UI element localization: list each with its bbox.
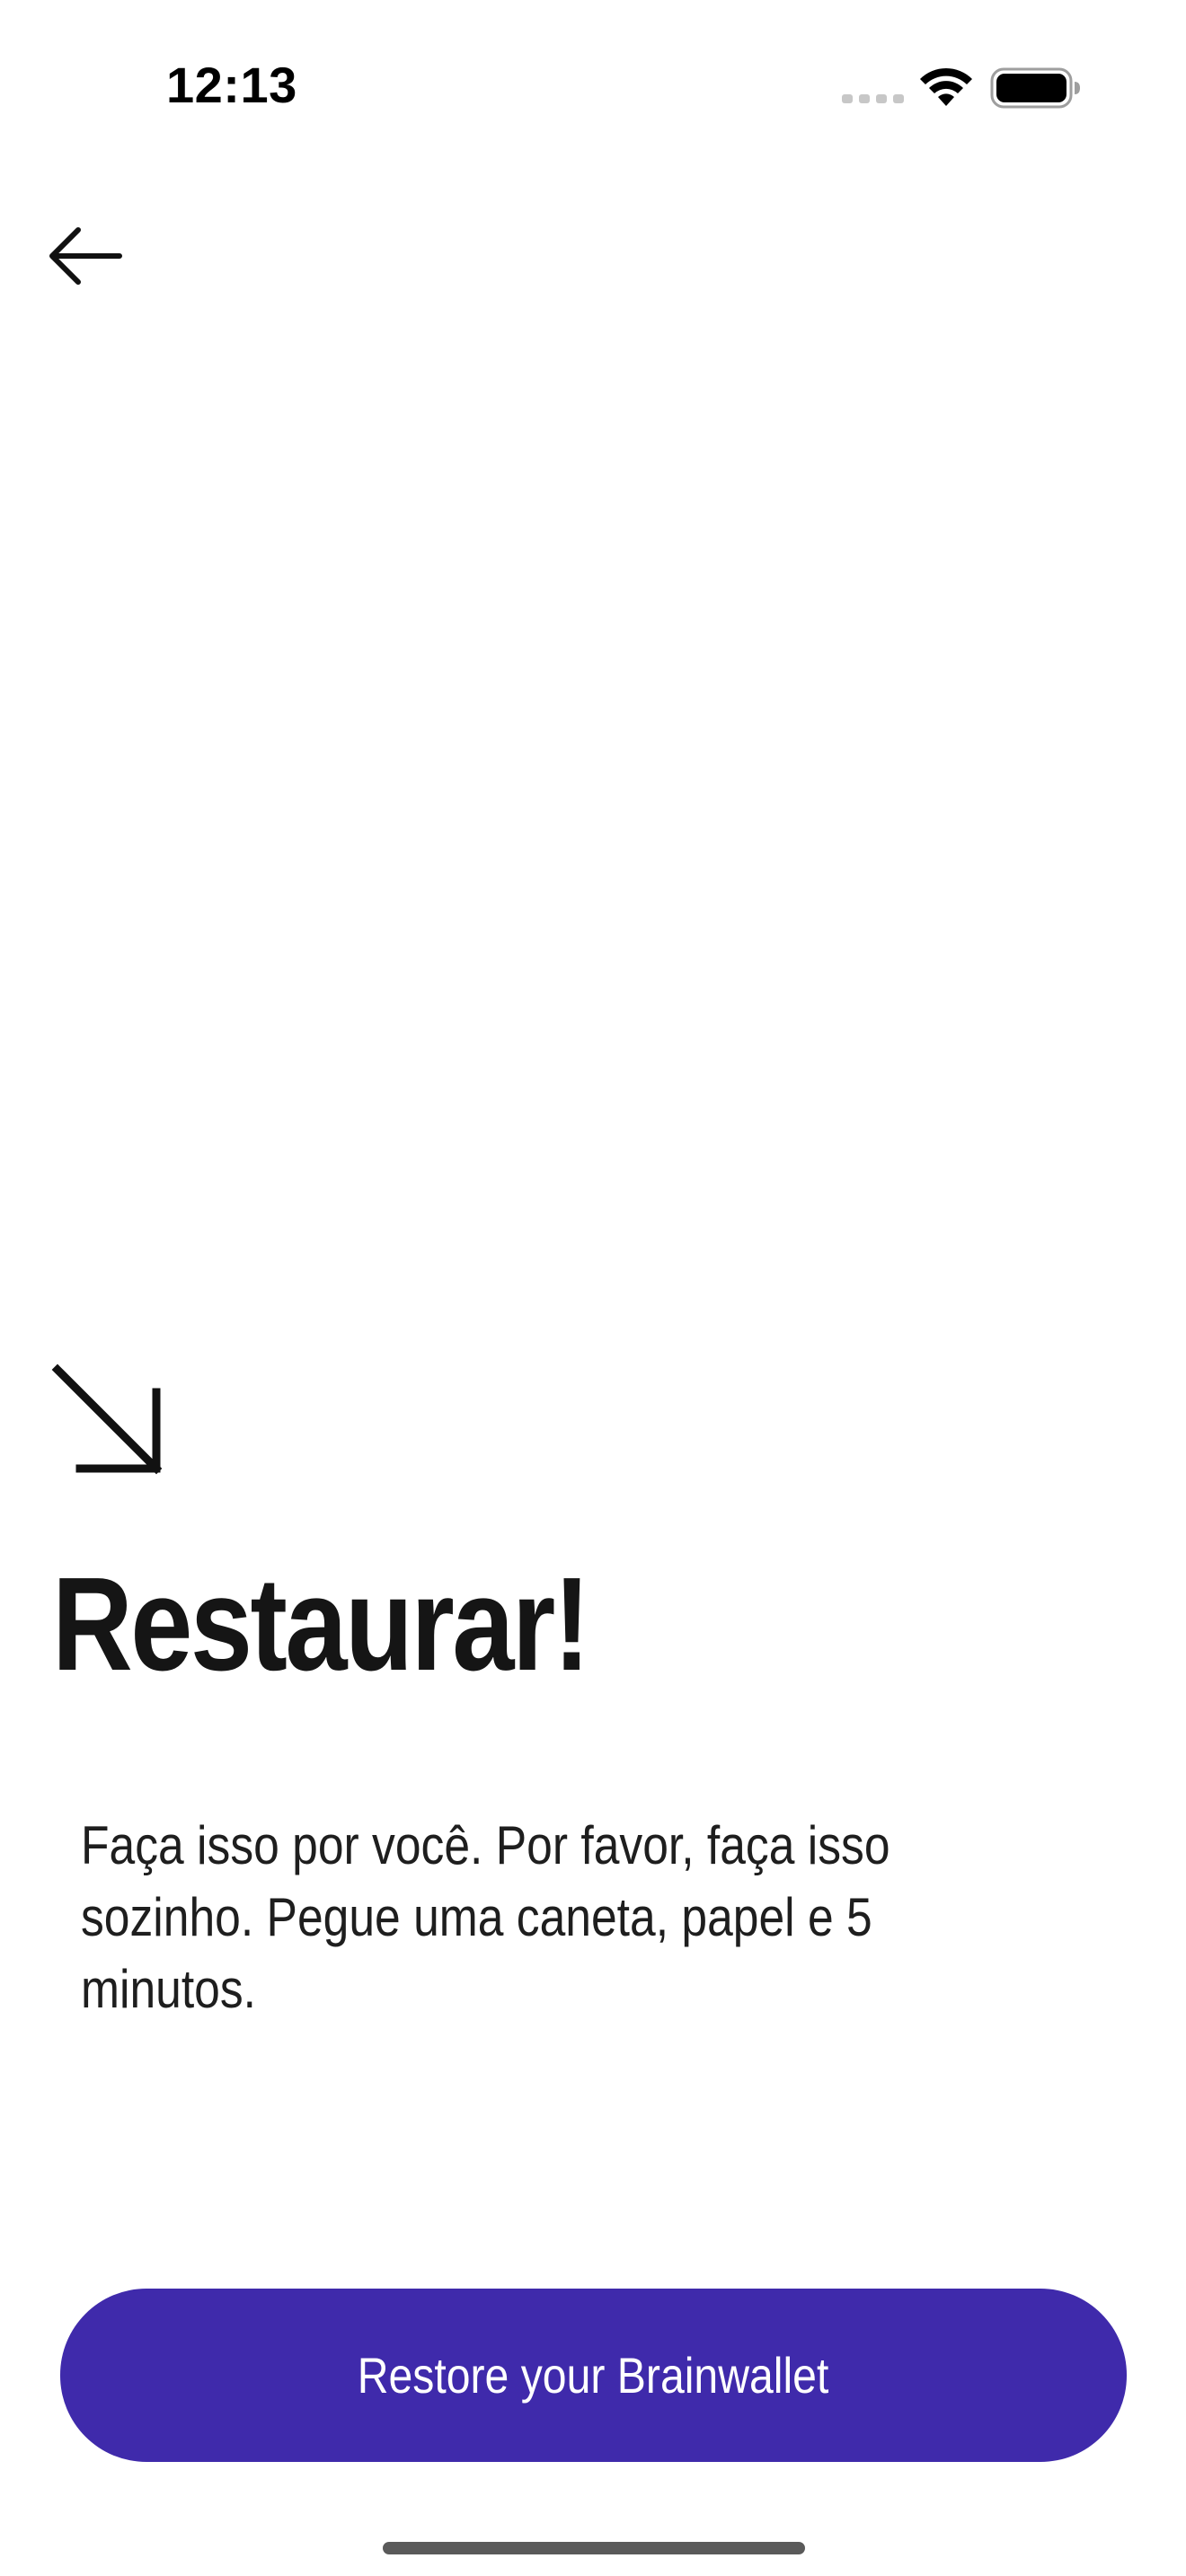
home-indicator[interactable] <box>383 2542 805 2554</box>
signal-icon <box>842 94 904 103</box>
restore-button-label: Restore your Brainwallet <box>358 2347 829 2404</box>
arrow-down-right-icon <box>51 1363 163 1475</box>
page-title: Restaurar! <box>52 1550 590 1698</box>
arrow-left-icon <box>49 227 122 285</box>
status-bar: 12:13 <box>0 0 1186 171</box>
back-button[interactable] <box>36 211 135 301</box>
page-description: Faça isso por você. Por favor, faça isso… <box>81 1815 890 2019</box>
wifi-icon <box>920 67 972 106</box>
restore-brainwallet-button[interactable]: Restore your Brainwallet <box>60 2289 1127 2462</box>
status-time: 12:13 <box>166 57 297 113</box>
battery-icon <box>990 67 1080 109</box>
